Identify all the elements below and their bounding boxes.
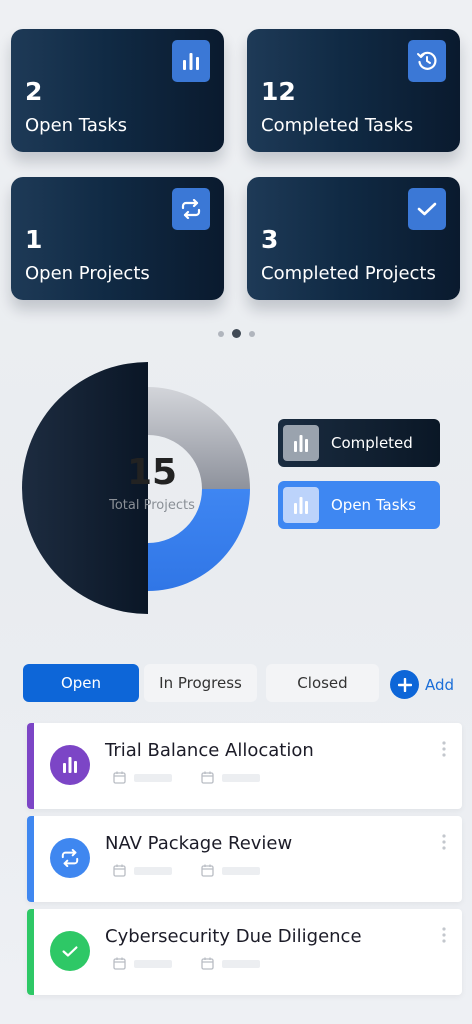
pager-dot-active[interactable]: [232, 329, 241, 338]
legend-open-tasks[interactable]: Open Tasks: [278, 481, 440, 529]
calendar-icon: [113, 957, 126, 970]
more-options-icon[interactable]: [442, 927, 446, 943]
stat-card-open-projects[interactable]: 1 Open Projects: [11, 177, 224, 300]
carousel-pager[interactable]: [218, 329, 255, 338]
calendar-icon: [201, 771, 214, 784]
total-projects-value: 15: [126, 452, 178, 493]
list-item[interactable]: Cybersecurity Due Diligence: [27, 909, 462, 995]
task-start-date: [113, 864, 172, 877]
stat-value: 3: [261, 225, 279, 254]
repeat-icon: [172, 188, 210, 230]
add-button[interactable]: [390, 670, 419, 699]
stat-card-open-tasks[interactable]: 2 Open Tasks: [11, 29, 224, 152]
task-start-date: [113, 957, 172, 970]
list-item[interactable]: NAV Package Review: [27, 816, 462, 902]
bar-chart-icon: [172, 40, 210, 82]
stat-card-completed-tasks[interactable]: 12 Completed Tasks: [247, 29, 460, 152]
stat-label: Open Tasks: [25, 115, 128, 136]
legend-label: Open Tasks: [331, 496, 417, 514]
more-options-icon[interactable]: [442, 834, 446, 850]
task-due-date: [201, 864, 260, 877]
add-label[interactable]: Add: [425, 676, 454, 694]
stat-label: Completed Tasks: [261, 115, 414, 136]
tab-closed[interactable]: Closed: [266, 664, 379, 702]
task-title: Cybersecurity Due Diligence: [105, 926, 362, 947]
accent-bar: [27, 909, 34, 995]
stat-card-completed-projects[interactable]: 3 Completed Projects: [247, 177, 460, 300]
total-projects-label: Total Projects: [109, 498, 195, 513]
task-due-date: [201, 771, 260, 784]
stat-label: Open Projects: [25, 263, 150, 284]
task-title: NAV Package Review: [105, 833, 293, 854]
calendar-icon: [201, 957, 214, 970]
repeat-icon: [50, 838, 90, 878]
task-start-date: [113, 771, 172, 784]
more-options-icon[interactable]: [442, 741, 446, 757]
plus-icon: [397, 677, 412, 692]
pager-dot[interactable]: [249, 330, 255, 337]
stat-label: Completed Projects: [261, 263, 436, 284]
legend-label: Completed: [331, 434, 413, 452]
tab-in-progress[interactable]: In Progress: [144, 664, 257, 702]
pager-dot[interactable]: [218, 330, 224, 337]
accent-bar: [27, 816, 34, 902]
stat-value: 2: [25, 77, 43, 106]
calendar-icon: [201, 864, 214, 877]
list-item[interactable]: Trial Balance Allocation: [27, 723, 462, 809]
history-icon: [408, 40, 446, 82]
bar-chart-icon: [283, 425, 319, 461]
legend-completed[interactable]: Completed: [278, 419, 440, 467]
tab-open[interactable]: Open: [23, 664, 139, 702]
bar-chart-icon: [50, 745, 90, 785]
check-icon: [408, 188, 446, 230]
task-due-date: [201, 957, 260, 970]
task-title: Trial Balance Allocation: [105, 740, 314, 761]
calendar-icon: [113, 864, 126, 877]
check-icon: [50, 931, 90, 971]
calendar-icon: [113, 771, 126, 784]
bar-chart-icon: [283, 487, 319, 523]
accent-bar: [27, 723, 34, 809]
stat-value: 1: [25, 225, 43, 254]
stat-value: 12: [261, 77, 296, 106]
